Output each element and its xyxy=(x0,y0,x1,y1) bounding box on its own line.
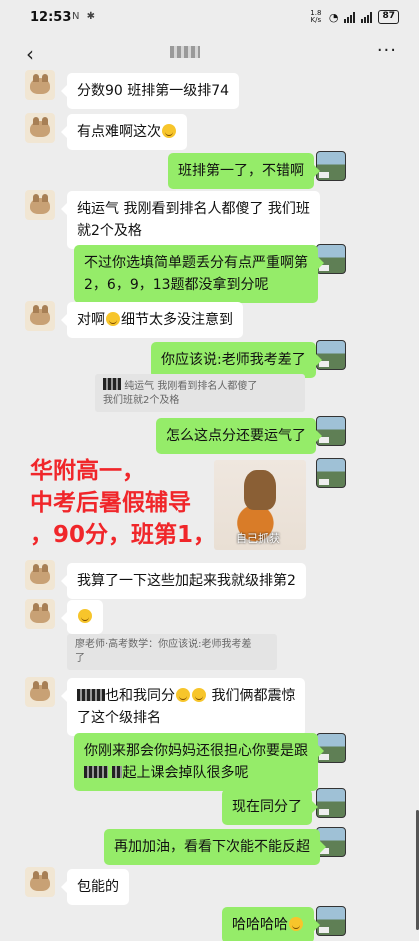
battery-icon: 87 xyxy=(378,10,399,24)
avatar[interactable] xyxy=(316,788,346,818)
status-right: 1.8 K/s ◔ 87 xyxy=(309,10,399,24)
avatar[interactable] xyxy=(25,190,55,220)
avatar[interactable] xyxy=(25,301,55,331)
avatar[interactable] xyxy=(25,867,55,897)
message-bubble[interactable]: 现在同分了 xyxy=(222,789,318,825)
signal-icon xyxy=(344,11,356,23)
status-bar: 12:53 N ✱ 1.8 K/s ◔ 87 xyxy=(0,0,419,36)
message-bubble[interactable]: 哈哈哈哈 xyxy=(222,907,320,941)
sticker-image[interactable]: 自己抓获 xyxy=(214,460,306,550)
more-icon[interactable]: ··· xyxy=(377,40,397,61)
notification-icons: N ✱ xyxy=(72,11,98,22)
message-bubble[interactable] xyxy=(61,600,103,634)
chat-header: ‹ ··· xyxy=(0,36,419,72)
message-bubble[interactable]: 怎么这点分还要运气了 xyxy=(156,418,322,454)
redacted-name xyxy=(77,689,105,701)
avatar[interactable] xyxy=(316,906,346,936)
message-bubble[interactable]: 分数90 班排第一级排74 xyxy=(60,73,240,109)
grin-emoji-icon xyxy=(162,124,176,138)
quoted-message[interactable]: 廖老师·高考数学：你应该说:老师我考差了 xyxy=(67,634,277,670)
redacted-name xyxy=(84,766,108,778)
avatar[interactable] xyxy=(25,113,55,143)
message-bubble[interactable]: 再加加油，看看下次能不能反超 xyxy=(104,829,326,865)
message-bubble[interactable]: 纯运气 我刚看到排名人都傻了 我们班 就2个及格 xyxy=(61,191,320,249)
message-bubble[interactable]: 你刚来那会你妈妈还很担心你要是跟 起上课会掉队很多呢 xyxy=(74,733,324,791)
message-bubble[interactable]: 也和我同分 我们俩都震惊 了这个级排名 xyxy=(60,678,306,736)
message-bubble[interactable]: 你应该说:老师我考差了 xyxy=(151,342,322,378)
contact-name-redacted xyxy=(170,46,200,58)
back-icon[interactable]: ‹ xyxy=(26,42,34,66)
avatar[interactable] xyxy=(316,151,346,181)
redacted-name xyxy=(112,766,123,778)
avatar[interactable] xyxy=(25,599,55,629)
quoted-message[interactable]: 纯运气 我刚看到排名人都傻了 我们班就2个及格 xyxy=(95,374,305,412)
wifi-icon: ◔ xyxy=(328,10,339,24)
sticker-caption: 自己抓获 xyxy=(236,532,280,545)
thumbs-up-emoji-icon xyxy=(289,917,303,931)
signal-icon-2 xyxy=(361,11,373,23)
avatar[interactable] xyxy=(25,677,55,707)
clock: 12:53 xyxy=(30,10,72,25)
grin-emoji-icon xyxy=(176,688,190,702)
dog-image xyxy=(244,470,276,510)
avatar[interactable] xyxy=(316,458,346,488)
message-bubble[interactable]: 包能的 xyxy=(61,869,129,905)
avatar[interactable] xyxy=(25,70,55,100)
grin-emoji-icon xyxy=(192,688,206,702)
network-speed: 1.8 K/s xyxy=(310,9,322,24)
message-bubble[interactable]: 有点难啊这次 xyxy=(61,114,187,150)
redacted-name xyxy=(103,378,121,390)
grin-emoji-icon xyxy=(106,312,120,326)
message-bubble[interactable]: 不过你选填简单题丢分有点严重啊第 2，6，9，13题都没拿到分呢 xyxy=(74,245,324,303)
message-bubble[interactable]: 对啊 细节太多没注意到 xyxy=(61,302,243,338)
grin-emoji-icon xyxy=(78,609,92,623)
avatar[interactable] xyxy=(25,560,55,590)
message-bubble[interactable]: 班排第一了，不错啊 xyxy=(168,153,320,189)
message-bubble[interactable]: 我算了一下这些加起来我就级排第2 xyxy=(61,563,306,599)
